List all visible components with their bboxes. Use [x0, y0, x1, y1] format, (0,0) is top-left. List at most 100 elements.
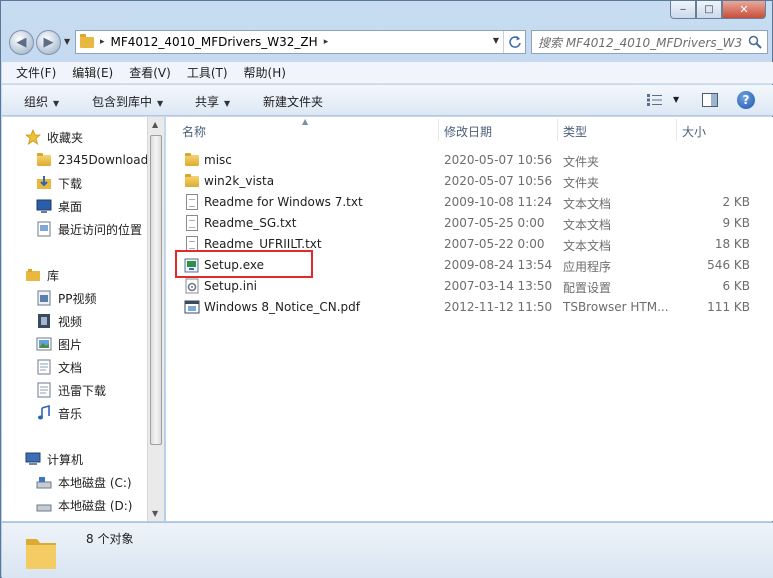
- minimize-button[interactable]: ‒: [670, 1, 696, 19]
- file-name: win2k_vista: [204, 174, 275, 188]
- file-name: Setup.ini: [204, 279, 258, 293]
- document-library-icon: [37, 359, 51, 375]
- sidebar-item-video[interactable]: 视频: [2, 311, 147, 331]
- film-icon: [38, 314, 50, 328]
- breadcrumb-separator-end[interactable]: ▸: [324, 37, 329, 47]
- file-row-misc[interactable]: misc 2020-05-07 10:56 文件夹: [166, 150, 773, 171]
- recent-pages-dropdown[interactable]: ▼: [64, 37, 70, 46]
- sidebar-item-label: 视频: [58, 314, 83, 329]
- menu-bar: 文件(F) 编辑(E) 查看(V) 工具(T) 帮助(H): [2, 62, 773, 84]
- share-label: 共享: [195, 95, 220, 109]
- file-name: Readme_UFRIILT.txt: [204, 237, 322, 251]
- drive-icon: [36, 504, 52, 512]
- sidebar-item-label: 本地磁盘 (C:): [58, 475, 132, 490]
- file-row-readme-sg[interactable]: Readme_SG.txt 2007-05-25 0:00 文本文档 9 KB: [166, 213, 773, 234]
- menu-edit[interactable]: 编辑(E): [72, 64, 113, 81]
- file-row-setup-ini[interactable]: Setup.ini 2007-03-14 13:50 配置设置 6 KB: [166, 276, 773, 297]
- sidebar-item-drive-d[interactable]: 本地磁盘 (D:): [2, 495, 147, 515]
- sidebar-group-favorites[interactable]: 收藏夹: [2, 127, 147, 147]
- scroll-down-icon[interactable]: ▼: [152, 509, 158, 518]
- folder-icon: [184, 152, 200, 168]
- help-icon[interactable]: ?: [737, 91, 755, 109]
- file-row-windows8-notice-pdf[interactable]: Windows 8_Notice_CN.pdf 2012-11-12 11:50…: [166, 297, 773, 318]
- file-date: 2007-05-25 0:00: [444, 216, 545, 230]
- computer-icon: [25, 452, 41, 465]
- file-type: 应用程序: [563, 260, 612, 274]
- item-count: 8 个对象: [86, 532, 134, 546]
- new-folder-button[interactable]: 新建文件夹: [263, 93, 323, 110]
- breadcrumb-current-folder[interactable]: MF4012_4010_MFDrivers_W32_ZH: [111, 35, 318, 49]
- library-icon: [26, 269, 40, 281]
- file-size: 111 KB: [707, 300, 750, 314]
- sidebar-item-thunder-downloads[interactable]: 迅雷下载: [2, 380, 147, 400]
- refresh-button[interactable]: [503, 31, 525, 53]
- desktop-icon: [36, 199, 52, 213]
- view-options-icon[interactable]: [647, 94, 663, 106]
- breadcrumb-separator[interactable]: ▸: [100, 37, 105, 47]
- preview-pane-icon[interactable]: [702, 93, 718, 107]
- column-header-row: ▲ 名称 修改日期 类型 大小: [166, 117, 773, 143]
- arrow-right-icon: ▶: [43, 35, 54, 50]
- new-folder-label: 新建文件夹: [263, 95, 324, 109]
- maximize-button[interactable]: □: [696, 1, 722, 19]
- menu-file[interactable]: 文件(F): [16, 64, 56, 81]
- drive-icon: [36, 477, 52, 489]
- file-row-readme-windows7[interactable]: Readme for Windows 7.txt 2009-10-08 11:2…: [166, 192, 773, 213]
- back-button[interactable]: ◀: [9, 30, 34, 55]
- column-header-size[interactable]: 大小: [682, 123, 706, 140]
- text-file-icon: [184, 215, 200, 231]
- sidebar-item-music[interactable]: 音乐: [2, 403, 147, 423]
- sidebar-item-label: 本地磁盘 (D:): [58, 498, 133, 513]
- settings-file-icon: [185, 278, 199, 294]
- column-header-date[interactable]: 修改日期: [444, 123, 492, 140]
- close-button[interactable]: ✕: [722, 1, 766, 19]
- highlight-annotation: [175, 250, 313, 278]
- sidebar-item-drive-c[interactable]: 本地磁盘 (C:): [2, 472, 147, 492]
- recent-places-icon: [37, 221, 51, 237]
- address-history-dropdown[interactable]: ▼: [493, 36, 499, 45]
- search-icon[interactable]: [748, 35, 762, 49]
- sidebar-group-computer[interactable]: 计算机: [2, 449, 147, 469]
- sidebar-item-desktop[interactable]: 桌面: [2, 196, 147, 216]
- scrollbar-thumb[interactable]: [150, 135, 162, 445]
- file-type: 文件夹: [563, 176, 600, 190]
- file-date: 2007-03-14 13:50: [444, 279, 553, 293]
- menu-help[interactable]: 帮助(H): [244, 64, 286, 81]
- refresh-icon: [508, 36, 521, 48]
- sidebar-item-pictures[interactable]: 图片: [2, 334, 147, 354]
- sidebar-item-downloads[interactable]: 下载: [2, 173, 147, 193]
- organize-button[interactable]: 组织 ▼: [24, 93, 59, 110]
- file-size: 6 KB: [722, 279, 750, 293]
- sidebar-item-recent-places[interactable]: 最近访问的位置: [2, 219, 147, 239]
- sidebar-item-pp-video[interactable]: PP视频: [2, 288, 147, 308]
- include-in-library-button[interactable]: 包含到库中 ▼: [92, 93, 163, 110]
- share-button[interactable]: 共享 ▼: [195, 93, 230, 110]
- sidebar-group-libraries[interactable]: 库: [2, 265, 147, 285]
- file-date: 2020-05-07 10:56: [444, 174, 553, 188]
- navigation-pane-scrollbar[interactable]: ▲ ▼: [147, 117, 164, 521]
- details-pane: 8 个对象: [2, 522, 773, 578]
- menu-tools[interactable]: 工具(T): [187, 64, 228, 81]
- search-input[interactable]: 搜索 MF4012_4010_MFDrivers_W3...: [538, 34, 743, 51]
- address-bar[interactable]: ▸ MF4012_4010_MFDrivers_W32_ZH ▸ ▼: [75, 30, 526, 54]
- file-type: 配置设置: [563, 281, 612, 295]
- sidebar-item-2345downloads[interactable]: 2345Downloads: [2, 150, 147, 170]
- menu-view[interactable]: 查看(V): [129, 64, 171, 81]
- scroll-up-icon[interactable]: ▲: [152, 120, 158, 129]
- column-header-name[interactable]: 名称: [182, 123, 206, 140]
- sidebar-item-documents[interactable]: 文档: [2, 357, 147, 377]
- file-row-win2k-vista[interactable]: win2k_vista 2020-05-07 10:56 文件夹: [166, 171, 773, 192]
- file-name: Readme for Windows 7.txt: [204, 195, 363, 209]
- view-options-dropdown[interactable]: ▼: [673, 95, 679, 104]
- folder-icon: [26, 539, 56, 569]
- file-type: TSBrowser HTM...: [563, 300, 669, 314]
- caption-buttons: ‒ □ ✕: [670, 1, 766, 19]
- forward-button[interactable]: ▶: [36, 30, 61, 55]
- organize-label: 组织: [24, 95, 49, 109]
- file-list: ▲ 名称 修改日期 类型 大小 misc 2020-05-07 10:56 文件…: [166, 117, 773, 521]
- search-box[interactable]: 搜索 MF4012_4010_MFDrivers_W3...: [531, 30, 768, 54]
- sidebar-item-label: 图片: [58, 337, 83, 352]
- chevron-down-icon: ▼: [53, 99, 60, 108]
- column-header-type[interactable]: 类型: [563, 123, 587, 140]
- music-icon: [38, 405, 50, 420]
